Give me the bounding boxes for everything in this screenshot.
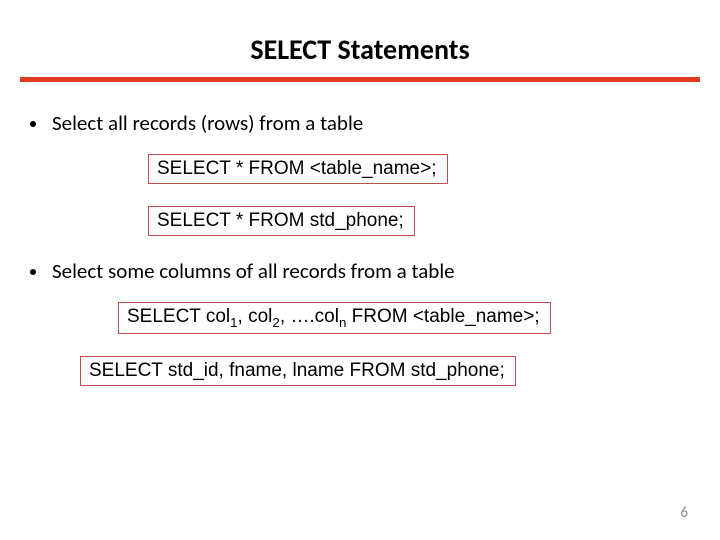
code-box: SELECT std_id, fname, lname FROM std_pho…: [80, 356, 516, 386]
bullet-dot-icon: [30, 269, 36, 275]
code-box: SELECT col1, col2, ….coln FROM <table_na…: [118, 302, 551, 334]
bullet-dot-icon: [30, 121, 36, 127]
code-text: SELECT col: [127, 306, 230, 327]
code-text: , ….col: [280, 306, 339, 327]
code-box: SELECT * FROM std_phone;: [148, 206, 415, 236]
bullet-text: Select all records (rows) from a table: [52, 110, 363, 136]
code-text: FROM <table_name>;: [346, 306, 539, 327]
slide-content: Select all records (rows) from a table S…: [0, 82, 720, 404]
bullet-item: Select all records (rows) from a table: [30, 110, 690, 136]
bullet-text: Select some columns of all records from …: [52, 258, 455, 284]
code-text: , col: [238, 306, 273, 327]
subscript: 2: [272, 315, 279, 330]
subscript: 1: [230, 315, 237, 330]
bullet-item: Select some columns of all records from …: [30, 258, 690, 284]
page-number: 6: [680, 504, 688, 522]
slide-title: SELECT Statements: [0, 0, 720, 77]
code-box: SELECT * FROM <table_name>;: [148, 154, 448, 184]
